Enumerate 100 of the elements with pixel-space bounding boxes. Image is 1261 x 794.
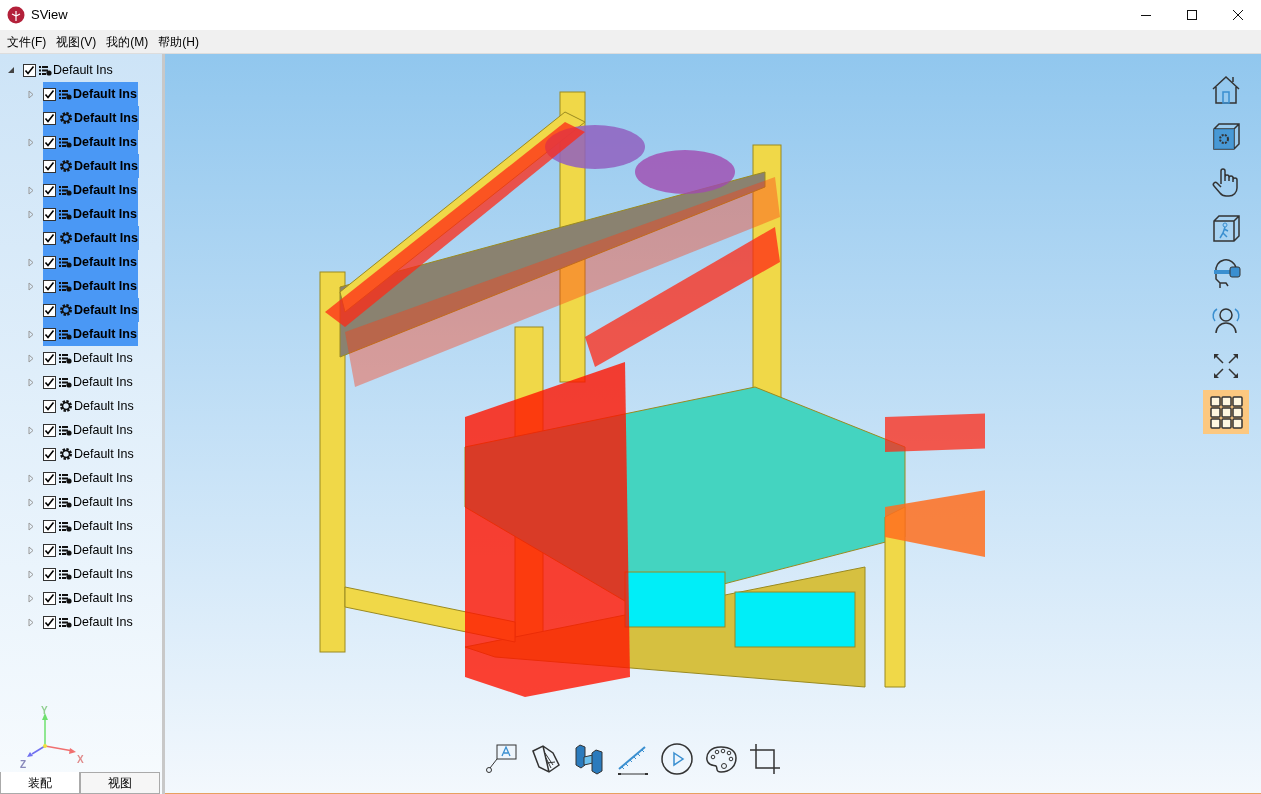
assembly-icon: [59, 568, 72, 580]
tree-item-label: Default Ins: [74, 397, 134, 415]
checkbox[interactable]: [43, 495, 56, 509]
view-tool-button[interactable]: [1203, 390, 1249, 434]
checkbox[interactable]: [43, 279, 56, 293]
checkbox[interactable]: [43, 303, 56, 317]
menu-item[interactable]: 我的(M): [101, 32, 154, 51]
checkbox[interactable]: [43, 375, 56, 389]
x-axis-label: X: [77, 753, 84, 767]
tree-item[interactable]: Default Ins: [43, 586, 134, 610]
panel-tab[interactable]: 视图: [80, 772, 160, 794]
tree-item[interactable]: Default Ins: [43, 562, 134, 586]
expand-arrows-icon: [1211, 351, 1241, 381]
panel-tab[interactable]: 装配: [0, 772, 80, 794]
tree-item[interactable]: Default Ins: [23, 58, 114, 82]
assembly-icon: [59, 592, 72, 604]
assembly-icon: [59, 376, 72, 388]
tree-item[interactable]: Default Ins: [43, 202, 138, 226]
checkbox[interactable]: [43, 255, 56, 269]
grid-icon: [1209, 395, 1243, 429]
checkbox[interactable]: [43, 183, 56, 197]
checkbox[interactable]: [23, 63, 36, 77]
tree-item[interactable]: Default Ins: [43, 442, 135, 466]
window-title: SView: [31, 6, 68, 25]
tree-item-label: Default Ins: [73, 613, 133, 631]
tree-item[interactable]: Default Ins: [43, 274, 138, 298]
tree-item-label: Default Ins: [73, 325, 137, 343]
tree-item[interactable]: Default Ins: [43, 490, 134, 514]
maximize-icon: [1187, 10, 1197, 20]
tree-item[interactable]: Default Ins: [43, 250, 138, 274]
checkbox[interactable]: [43, 591, 56, 605]
tree-item-label: Default Ins: [73, 541, 133, 559]
checkbox[interactable]: [43, 135, 56, 149]
tree-item[interactable]: Default Ins: [43, 178, 138, 202]
play-icon: [660, 742, 694, 776]
tree-item[interactable]: Default Ins: [43, 322, 138, 346]
tree-item-label: Default Ins: [74, 301, 138, 319]
assembly-icon: [59, 616, 72, 628]
checkbox[interactable]: [43, 231, 56, 245]
tree-item[interactable]: Default Ins: [43, 418, 134, 442]
checkbox[interactable]: [43, 543, 56, 557]
tree-item[interactable]: Default Ins: [43, 346, 134, 370]
checkbox[interactable]: [43, 567, 56, 581]
ruler-icon: [617, 743, 649, 775]
menu-item[interactable]: 视图(V): [51, 32, 102, 51]
checkbox[interactable]: [43, 327, 56, 341]
tree-item[interactable]: Default Ins: [43, 394, 135, 418]
tree-item[interactable]: Default Ins: [43, 226, 139, 250]
gear-icon: [59, 447, 73, 461]
tree-item-label: Default Ins: [73, 565, 133, 583]
tree-item[interactable]: Default Ins: [43, 298, 139, 322]
annotation-icon: [484, 743, 518, 775]
tree-item[interactable]: Default Ins: [43, 370, 134, 394]
close-icon: [1233, 10, 1243, 20]
collapse-arrow-icon[interactable]: [7, 66, 15, 74]
assembly-icon: [59, 352, 72, 364]
menu-item[interactable]: 文件(F): [2, 32, 52, 51]
checkbox[interactable]: [43, 519, 56, 533]
assembly-icon: [59, 208, 72, 220]
walking-person-cube-icon: [1210, 212, 1242, 244]
tree-item-label: Default Ins: [73, 589, 133, 607]
tree-item-label: Default Ins: [74, 229, 138, 247]
tree-item-label: Default Ins: [73, 421, 133, 439]
cube-gear-icon: [1210, 120, 1242, 152]
checkbox[interactable]: [43, 399, 56, 413]
exploded-blocks-icon: [573, 743, 605, 775]
tree-item-label: Default Ins: [73, 277, 137, 295]
app-logo-icon: [7, 6, 25, 24]
tree-item-label: Default Ins: [73, 133, 137, 151]
checkbox[interactable]: [43, 159, 56, 173]
checkbox[interactable]: [43, 87, 56, 101]
assembly-icon: [59, 256, 72, 268]
checkbox[interactable]: [43, 615, 56, 629]
checkbox[interactable]: [43, 447, 56, 461]
assembly-icon: [59, 88, 72, 100]
menu-item[interactable]: 帮助(H): [153, 32, 204, 51]
tree-item[interactable]: Default Ins: [43, 82, 138, 106]
assembly-icon: [59, 280, 72, 292]
tree-item-label: Default Ins: [73, 373, 133, 391]
tree-item[interactable]: Default Ins: [43, 130, 138, 154]
tree-item[interactable]: Default Ins: [43, 514, 134, 538]
assembly-icon: [59, 496, 72, 508]
gear-icon: [59, 231, 73, 245]
home-icon: [1210, 74, 1242, 106]
tree-item-label: Default Ins: [73, 205, 137, 223]
checkbox[interactable]: [43, 351, 56, 365]
checkbox[interactable]: [43, 111, 56, 125]
tree-item-label: Default Ins: [73, 85, 137, 103]
tree-item-label: Default Ins: [74, 445, 134, 463]
tree-item[interactable]: Default Ins: [43, 610, 134, 634]
tree-item[interactable]: Default Ins: [43, 466, 134, 490]
checkbox[interactable]: [43, 207, 56, 221]
checkbox[interactable]: [43, 471, 56, 485]
assembly-icon: [39, 64, 52, 76]
tree-item[interactable]: Default Ins: [43, 106, 139, 130]
tree-item-label: Default Ins: [73, 253, 137, 271]
tree-item[interactable]: Default Ins: [43, 154, 139, 178]
tree-item[interactable]: Default Ins: [43, 538, 134, 562]
tree-item-label: Default Ins: [73, 469, 133, 487]
checkbox[interactable]: [43, 423, 56, 437]
